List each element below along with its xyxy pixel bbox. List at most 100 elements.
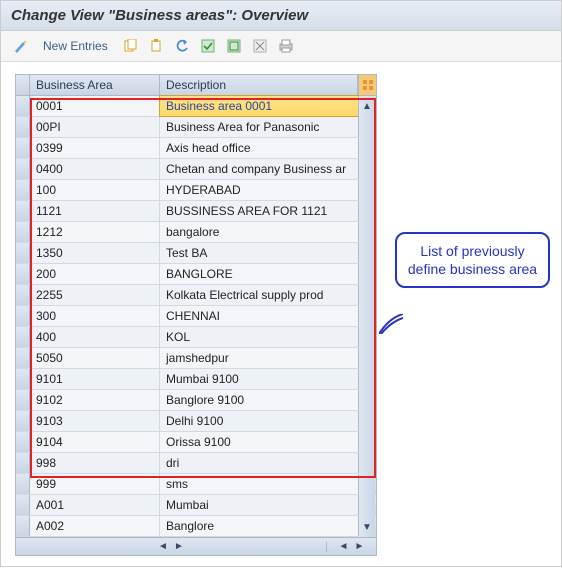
cell-business-area[interactable]: 0400 (30, 159, 160, 179)
cell-business-area[interactable]: 100 (30, 180, 160, 200)
row-selector[interactable] (16, 285, 30, 305)
cell-business-area[interactable]: 2255 (30, 285, 160, 305)
cell-description[interactable]: bangalore (160, 222, 358, 242)
cell-description[interactable]: HYDERABAD (160, 180, 358, 200)
cell-business-area[interactable]: 9102 (30, 390, 160, 410)
table-row[interactable]: 0399Axis head office (16, 138, 376, 159)
wand-icon[interactable] (11, 37, 31, 55)
table-row[interactable]: 9101Mumbai 9100 (16, 369, 376, 390)
row-selector[interactable] (16, 390, 30, 410)
paste-icon[interactable] (146, 37, 166, 55)
vertical-scrollbar[interactable]: ▲ ▼ (359, 97, 375, 537)
hscroll-main[interactable]: ◄ ► (16, 542, 326, 552)
select-block-icon[interactable] (224, 37, 244, 55)
cell-business-area[interactable]: 300 (30, 306, 160, 326)
table-row[interactable]: 9104Orissa 9100 (16, 432, 376, 453)
row-selector[interactable] (16, 117, 30, 137)
table-row[interactable]: A001Mumbai (16, 495, 376, 516)
table-row[interactable]: 1350Test BA (16, 243, 376, 264)
cell-business-area[interactable]: 9101 (30, 369, 160, 389)
cell-description[interactable]: dri (160, 453, 358, 473)
row-selector[interactable] (16, 306, 30, 326)
select-all-header[interactable] (16, 75, 30, 95)
row-selector[interactable] (16, 453, 30, 473)
table-row[interactable]: 998dri (16, 453, 376, 474)
table-row[interactable]: 00PIBusiness Area for Panasonic (16, 117, 376, 138)
cell-business-area[interactable]: 1212 (30, 222, 160, 242)
scroll-left-aux-icon[interactable]: ◄ (339, 542, 349, 552)
table-row[interactable]: 999sms (16, 474, 376, 495)
row-selector[interactable] (16, 495, 30, 515)
table-row[interactable]: 1121BUSSINESS AREA FOR 1121 (16, 201, 376, 222)
column-header-code[interactable]: Business Area (30, 75, 160, 95)
cell-business-area[interactable]: 00PI (30, 117, 160, 137)
table-row[interactable]: 9103Delhi 9100 (16, 411, 376, 432)
cell-description[interactable]: sms (160, 474, 358, 494)
table-row[interactable]: 1212bangalore (16, 222, 376, 243)
cell-description[interactable]: Mumbai (160, 495, 358, 515)
scroll-left-icon[interactable]: ◄ (158, 542, 168, 552)
cell-business-area[interactable]: 0001 (30, 96, 160, 116)
row-selector[interactable] (16, 243, 30, 263)
scroll-down-icon[interactable]: ▼ (362, 522, 372, 533)
cell-description[interactable]: Kolkata Electrical supply prod (160, 285, 358, 305)
row-selector[interactable] (16, 159, 30, 179)
cell-business-area[interactable]: 9103 (30, 411, 160, 431)
table-row[interactable]: 400KOL (16, 327, 376, 348)
cell-description[interactable]: Test BA (160, 243, 358, 263)
cell-description[interactable]: Orissa 9100 (160, 432, 358, 452)
cell-description[interactable]: Mumbai 9100 (160, 369, 358, 389)
new-entries-button[interactable]: New Entries (37, 37, 114, 55)
row-selector[interactable] (16, 369, 30, 389)
row-selector[interactable] (16, 96, 30, 116)
cell-business-area[interactable]: A001 (30, 495, 160, 515)
table-row[interactable]: 300CHENNAI (16, 306, 376, 327)
row-selector[interactable] (16, 264, 30, 284)
cell-business-area[interactable]: 998 (30, 453, 160, 473)
row-selector[interactable] (16, 327, 30, 347)
row-selector[interactable] (16, 411, 30, 431)
hscroll-aux[interactable]: ◄ ► (326, 542, 376, 552)
cell-business-area[interactable]: 0399 (30, 138, 160, 158)
row-selector[interactable] (16, 138, 30, 158)
print-icon[interactable] (276, 37, 296, 55)
row-selector[interactable] (16, 222, 30, 242)
column-settings-icon[interactable] (358, 75, 376, 95)
table-row[interactable]: 0400Chetan and company Business ar (16, 159, 376, 180)
row-selector[interactable] (16, 432, 30, 452)
cell-description[interactable]: BANGLORE (160, 264, 358, 284)
table-row[interactable]: 0001Business area 0001 (16, 96, 376, 117)
row-selector[interactable] (16, 516, 30, 536)
cell-business-area[interactable]: 999 (30, 474, 160, 494)
select-all-icon[interactable] (198, 37, 218, 55)
cell-description[interactable]: Business Area for Panasonic (160, 117, 358, 137)
deselect-icon[interactable] (250, 37, 270, 55)
table-row[interactable]: 100HYDERABAD (16, 180, 376, 201)
table-row[interactable]: 9102Banglore 9100 (16, 390, 376, 411)
cell-business-area[interactable]: 9104 (30, 432, 160, 452)
cell-description[interactable]: KOL (160, 327, 358, 347)
cell-description[interactable]: Chetan and company Business ar (160, 159, 358, 179)
table-row[interactable]: 5050jamshedpur (16, 348, 376, 369)
column-header-desc[interactable]: Description (160, 75, 358, 95)
table-row[interactable]: A002Banglore (16, 516, 376, 537)
copy-icon[interactable] (120, 37, 140, 55)
cell-business-area[interactable]: 1121 (30, 201, 160, 221)
cell-description[interactable]: Delhi 9100 (160, 411, 358, 431)
cell-description[interactable]: jamshedpur (160, 348, 358, 368)
cell-description[interactable]: CHENNAI (160, 306, 358, 326)
table-row[interactable]: 2255Kolkata Electrical supply prod (16, 285, 376, 306)
cell-business-area[interactable]: 1350 (30, 243, 160, 263)
row-selector[interactable] (16, 201, 30, 221)
cell-business-area[interactable]: 5050 (30, 348, 160, 368)
cell-business-area[interactable]: A002 (30, 516, 160, 536)
scroll-right-aux-icon[interactable]: ► (355, 542, 365, 552)
cell-description[interactable]: Banglore 9100 (160, 390, 358, 410)
cell-business-area[interactable]: 400 (30, 327, 160, 347)
scroll-up-icon[interactable]: ▲ (362, 101, 372, 112)
cell-description[interactable]: Banglore (160, 516, 358, 536)
cell-description[interactable]: BUSSINESS AREA FOR 1121 (160, 201, 358, 221)
table-row[interactable]: 200BANGLORE (16, 264, 376, 285)
cell-description[interactable]: Business area 0001 (160, 96, 358, 116)
cell-description[interactable]: Axis head office (160, 138, 358, 158)
